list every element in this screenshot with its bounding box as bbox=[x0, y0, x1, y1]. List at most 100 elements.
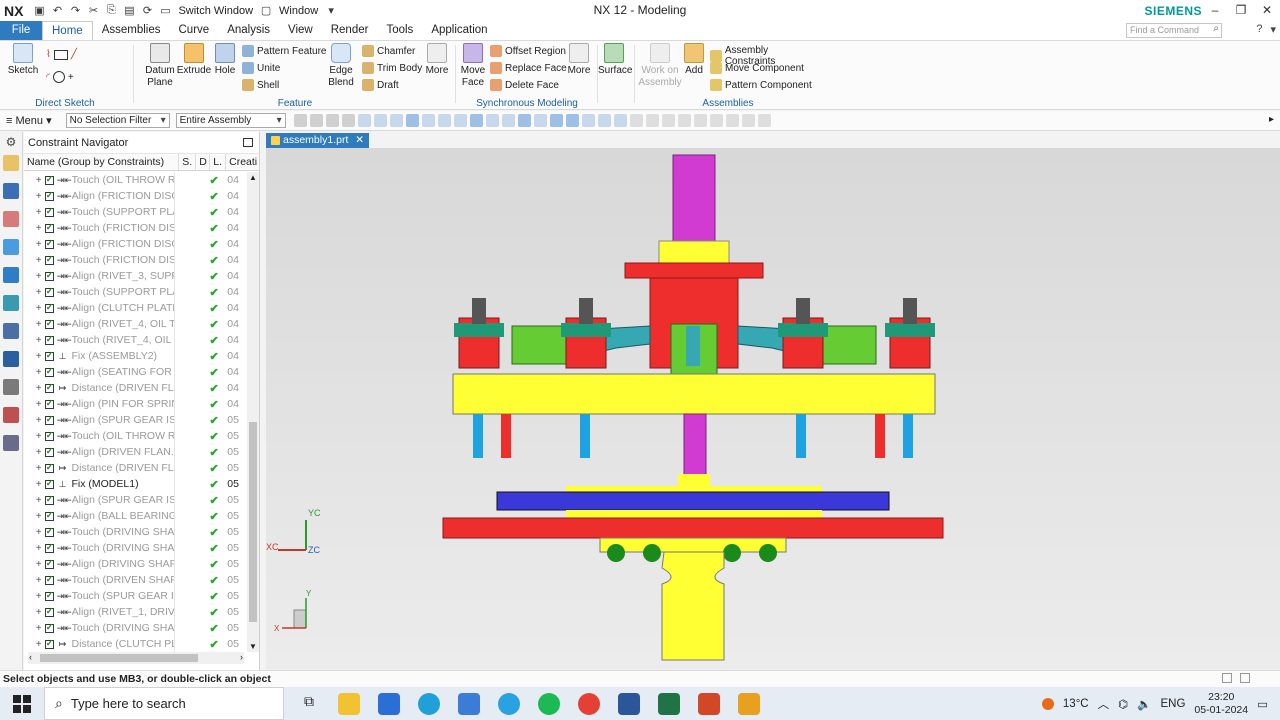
settings-icon[interactable]: ⚙ bbox=[0, 135, 22, 149]
constraint-checkbox[interactable] bbox=[44, 574, 54, 585]
unite-button[interactable]: Unite bbox=[242, 62, 280, 74]
tab-assemblies[interactable]: Assemblies bbox=[93, 21, 170, 40]
constraint-checkbox[interactable] bbox=[44, 334, 54, 345]
expand-icon[interactable]: + bbox=[24, 479, 42, 490]
network-icon[interactable]: ⌬ bbox=[1118, 697, 1128, 711]
scroll-right-icon[interactable]: › bbox=[240, 652, 243, 662]
constraint-checkbox[interactable] bbox=[44, 446, 54, 457]
manufacturing-wizards-icon[interactable] bbox=[3, 407, 19, 423]
box-select-icon[interactable] bbox=[341, 114, 355, 127]
edge-blend-button[interactable]: Edge Blend bbox=[324, 43, 358, 89]
column-d[interactable]: D bbox=[196, 154, 211, 170]
body-icon[interactable] bbox=[389, 114, 403, 127]
constraint-row[interactable]: + ⇥⇤Touch (FRICTION DIS... ✔ 04 bbox=[24, 252, 247, 268]
draft-button[interactable]: Draft bbox=[362, 79, 399, 91]
constraint-checkbox[interactable] bbox=[44, 398, 54, 409]
history-icon[interactable] bbox=[3, 323, 19, 339]
search-icon[interactable]: ⌕ bbox=[1213, 23, 1219, 34]
close-icon[interactable]: ✕ bbox=[1254, 0, 1280, 21]
constraint-row[interactable]: + ⇥⇤Touch (DRIVING SHA... ✔ 05 bbox=[24, 540, 247, 556]
roles-icon[interactable] bbox=[3, 435, 19, 451]
expand-icon[interactable]: + bbox=[24, 223, 42, 234]
expand-icon[interactable]: + bbox=[24, 623, 42, 634]
move-component-button[interactable]: Move Component bbox=[710, 62, 804, 74]
web-browser-icon[interactable] bbox=[3, 295, 19, 311]
constraint-checkbox[interactable] bbox=[44, 638, 54, 649]
constraint-row[interactable]: + ⇥⇤Align (FRICTION DISC... ✔ 04 bbox=[24, 236, 247, 252]
expand-icon[interactable]: + bbox=[24, 511, 42, 522]
rectangle-icon[interactable] bbox=[53, 49, 68, 60]
feature-more-button[interactable]: More bbox=[422, 43, 452, 77]
hd3d-tools-icon[interactable] bbox=[3, 267, 19, 283]
restore-icon[interactable]: ❐ bbox=[1228, 0, 1254, 21]
snap-face-icon[interactable] bbox=[597, 114, 611, 127]
constraint-row[interactable]: + ⇥⇤Touch (OIL THROW RI... ✔ 04 bbox=[24, 172, 247, 188]
constraint-row[interactable]: + ⇥⇤Touch (SUPPORT PLA... ✔ 04 bbox=[24, 204, 247, 220]
scroll-left-icon[interactable]: ‹ bbox=[29, 652, 32, 662]
display-icon[interactable] bbox=[757, 114, 771, 127]
constraint-checkbox[interactable] bbox=[44, 222, 54, 233]
zoom-icon[interactable] bbox=[677, 114, 691, 127]
expand-icon[interactable]: + bbox=[24, 559, 42, 570]
arc-icon[interactable]: ◜ bbox=[46, 72, 50, 83]
column-name[interactable]: Name (Group by Constraints) bbox=[24, 154, 180, 170]
constraint-row[interactable]: + ⇥⇤Touch (SUPPORT PLA... ✔ 04 bbox=[24, 284, 247, 300]
constraint-row[interactable]: + ⇥⇤Touch (FRICTION DIS... ✔ 04 bbox=[24, 220, 247, 236]
render-style-icon[interactable] bbox=[725, 114, 739, 127]
mail-icon[interactable] bbox=[458, 692, 480, 715]
constraint-row[interactable]: + ↦ Distance (CLUTCH PL... ✔ 05 bbox=[24, 636, 247, 652]
expand-icon[interactable]: + bbox=[24, 431, 42, 442]
save-icon[interactable]: ▣ bbox=[31, 3, 47, 19]
constraint-checkbox[interactable] bbox=[44, 302, 54, 313]
constraint-row[interactable]: + ⇥⇤Align (RIVET_3, SUPP... ✔ 04 bbox=[24, 268, 247, 284]
snap-intersection-icon[interactable] bbox=[549, 114, 563, 127]
snap-line-icon[interactable] bbox=[421, 114, 435, 127]
offset-region-button[interactable]: Offset Region bbox=[490, 45, 566, 57]
constraint-checkbox[interactable] bbox=[44, 366, 54, 377]
constraint-row[interactable]: + ⇥⇤Touch (DRIVEN SHAF... ✔ 05 bbox=[24, 572, 247, 588]
datum-plane-button[interactable]: Datum Plane bbox=[140, 43, 180, 89]
telegram-icon[interactable] bbox=[498, 692, 520, 715]
constraint-checkbox[interactable] bbox=[44, 318, 54, 329]
add-component-button[interactable]: Add bbox=[682, 43, 706, 77]
select-icon[interactable] bbox=[309, 114, 323, 127]
expand-icon[interactable]: + bbox=[24, 575, 42, 586]
snap-endpoint-icon[interactable] bbox=[405, 114, 419, 127]
tab-view[interactable]: View bbox=[279, 21, 322, 40]
tab-tools[interactable]: Tools bbox=[377, 21, 422, 40]
constraint-row[interactable]: + ⇥⇤Align (SEATING FOR ... ✔ 04 bbox=[24, 364, 247, 380]
window-menu-button[interactable]: Window bbox=[279, 5, 318, 17]
expand-icon[interactable]: + bbox=[24, 319, 42, 330]
delete-face-button[interactable]: Delete Face bbox=[490, 79, 559, 91]
line-icon[interactable]: ╱ bbox=[71, 49, 77, 60]
chrome-icon[interactable] bbox=[578, 692, 600, 715]
filter-icon[interactable] bbox=[293, 114, 307, 127]
snap-curve-icon[interactable] bbox=[437, 114, 451, 127]
constraint-row[interactable]: + ⇥⇤Align (SPUR GEAR IS... ✔ 05 bbox=[24, 412, 247, 428]
menu-button[interactable]: ≡ Menu ▾ bbox=[6, 114, 52, 127]
reuse-library-icon[interactable] bbox=[3, 239, 19, 255]
replace-face-button[interactable]: Replace Face bbox=[490, 62, 567, 74]
navigator-vertical-scrollbar[interactable]: ▲ ▼ bbox=[247, 172, 259, 652]
speaker-icon[interactable]: 🔈 bbox=[1137, 697, 1151, 711]
snap-arc-icon[interactable] bbox=[453, 114, 467, 127]
expand-icon[interactable]: + bbox=[24, 271, 42, 282]
snap-line-2-icon[interactable] bbox=[565, 114, 579, 127]
tab-analysis[interactable]: Analysis bbox=[218, 21, 279, 40]
constraint-checkbox[interactable] bbox=[44, 414, 54, 425]
constraint-row[interactable]: + ⇥⇤Align (SPUR GEAR IS... ✔ 05 bbox=[24, 492, 247, 508]
language[interactable]: ENG bbox=[1160, 698, 1185, 710]
circle-icon[interactable] bbox=[52, 71, 65, 83]
constraint-row[interactable]: + ⇥⇤Align (RIVET_4, OIL T... ✔ 04 bbox=[24, 316, 247, 332]
constraint-checkbox[interactable] bbox=[44, 606, 54, 617]
constraint-checkbox[interactable] bbox=[44, 206, 54, 217]
status-icon-2[interactable] bbox=[1240, 673, 1250, 683]
scroll-up-icon[interactable]: ▲ bbox=[249, 173, 257, 182]
selection-filter-dropdown[interactable]: No Selection Filter bbox=[65, 113, 170, 128]
expand-icon[interactable]: + bbox=[24, 367, 42, 378]
tab-home[interactable]: Home bbox=[42, 21, 93, 40]
expand-icon[interactable]: + bbox=[24, 335, 42, 346]
expand-icon[interactable]: + bbox=[24, 607, 42, 618]
notification-icon[interactable]: ▭ bbox=[1257, 697, 1268, 711]
expand-icon[interactable]: + bbox=[24, 207, 42, 218]
